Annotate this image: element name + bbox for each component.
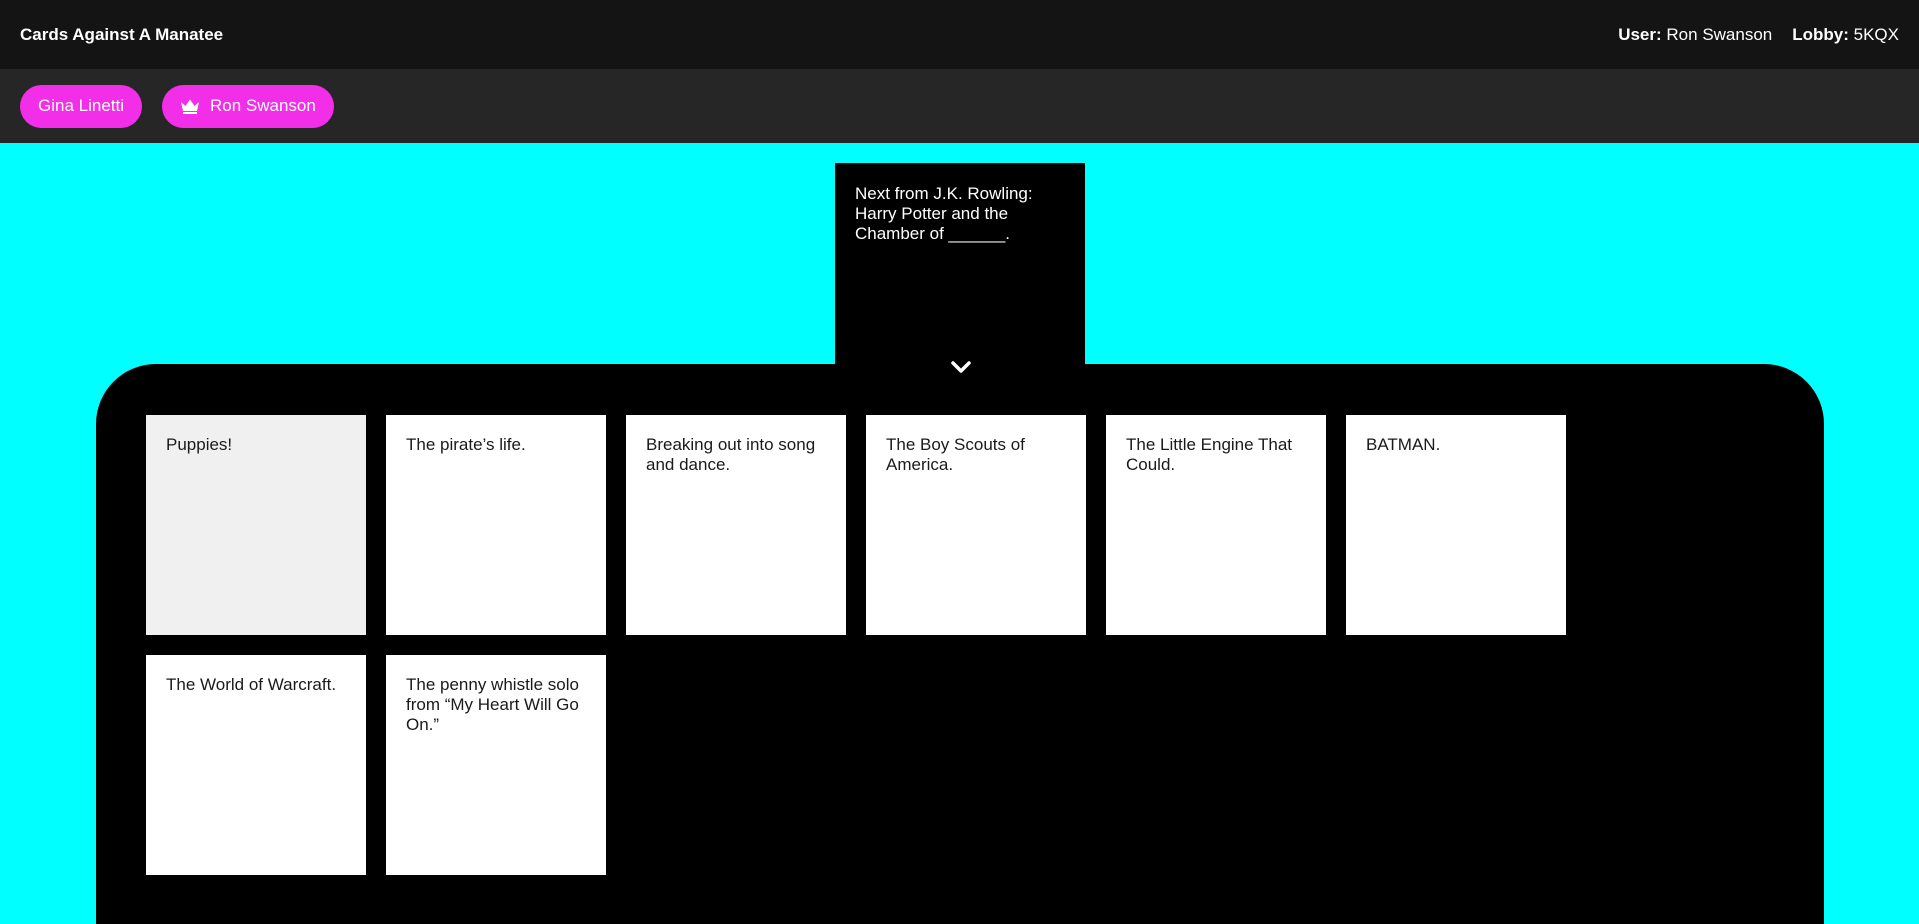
answer-card[interactable]: The Little Engine That Could.	[1106, 415, 1326, 635]
card-text: The Little Engine That Could.	[1126, 435, 1293, 474]
user-label: User:	[1618, 24, 1662, 44]
answer-card[interactable]: BATMAN.	[1346, 415, 1566, 635]
prompt-card: Next from J.K. Rowling: Harry Potter and…	[835, 163, 1085, 368]
session-info: User: Ron Swanson Lobby: 5KQX	[1618, 25, 1899, 45]
answer-card[interactable]: The Boy Scouts of America.	[866, 415, 1086, 635]
card-text: The Boy Scouts of America.	[886, 435, 1025, 474]
answer-card[interactable]: The penny whistle solo from “My Heart Wi…	[386, 655, 606, 875]
answer-card[interactable]: Puppies!	[146, 415, 366, 635]
app-title: Cards Against A Manatee	[20, 24, 224, 44]
card-text: BATMAN.	[1366, 435, 1441, 454]
card-text: The pirate’s life.	[406, 435, 526, 454]
player-pill-ron-swanson[interactable]: Ron Swanson	[162, 84, 334, 128]
answer-card[interactable]: The World of Warcraft.	[146, 655, 366, 875]
crown-icon	[181, 99, 199, 114]
user-info: User: Ron Swanson	[1618, 25, 1772, 45]
card-text: The penny whistle solo from “My Heart Wi…	[406, 675, 579, 734]
card-text: Puppies!	[166, 435, 233, 454]
player-name: Gina Linetti	[38, 96, 124, 115]
player-pill-gina-linetti[interactable]: Gina Linetti	[20, 84, 142, 128]
chevron-down-icon[interactable]	[949, 358, 973, 378]
answer-card[interactable]: Breaking out into song and dance.	[626, 415, 846, 635]
lobby-label: Lobby:	[1792, 24, 1849, 44]
user-name: Ron Swanson	[1666, 24, 1773, 44]
player-list: Gina Linetti Ron Swanson	[0, 69, 1919, 143]
top-bar: Cards Against A Manatee User: Ron Swanso…	[0, 0, 1919, 69]
lobby-code: 5KQX	[1853, 24, 1899, 44]
card-text: Breaking out into song and dance.	[646, 435, 816, 474]
card-text: The World of Warcraft.	[166, 675, 337, 694]
prompt-text: Next from J.K. Rowling: Harry Potter and…	[855, 184, 1033, 243]
player-name: Ron Swanson	[210, 96, 316, 115]
answer-card[interactable]: The pirate’s life.	[386, 415, 606, 635]
lobby-info: Lobby: 5KQX	[1792, 25, 1899, 45]
